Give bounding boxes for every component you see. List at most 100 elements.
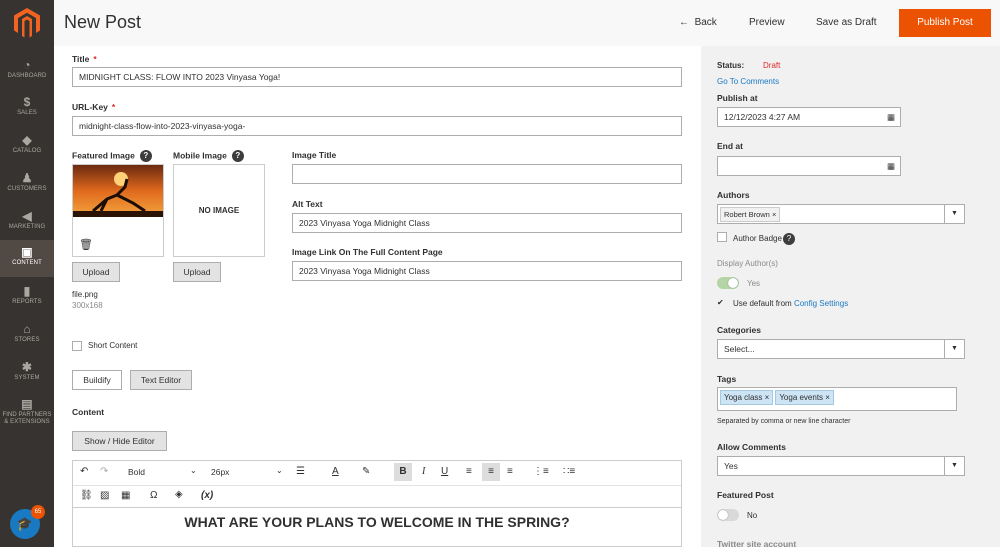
tag-chip[interactable]: Yoga class × (720, 390, 774, 405)
categories-select[interactable]: Select... ▼ (717, 339, 965, 359)
editor-content-heading[interactable]: WHAT ARE YOUR PLANS TO WELCOME IN THE SP… (72, 508, 682, 547)
dashboard-icon: ◔ (23, 58, 31, 72)
font-weight-select[interactable]: Bold (128, 467, 145, 477)
nav-label: DASHBOARD (7, 73, 47, 79)
underline-icon[interactable]: U (441, 466, 448, 477)
nav-partners[interactable]: ▤ FIND PARTNERS & EXTENSIONS (0, 392, 54, 432)
file-name: file.png (72, 290, 98, 299)
end-at-label: End at (717, 141, 743, 151)
nav-reports[interactable]: ▮ REPORTS (0, 279, 54, 316)
short-content-checkbox[interactable] (72, 341, 82, 351)
nav-customers[interactable]: ♟ CUSTOMERS (0, 166, 54, 203)
allow-comments-select[interactable]: Yes ▼ (717, 456, 965, 476)
undo-icon[interactable]: ↶ (80, 466, 88, 477)
title-input[interactable]: MIDNIGHT CLASS: FLOW INTO 2023 Vinyasa Y… (72, 67, 682, 87)
image-link-input[interactable]: 2023 Vinyasa Yoga Midnight Class (292, 261, 682, 281)
gear-icon: ✱ (21, 360, 33, 374)
tag-chip[interactable]: Yoga events × (775, 390, 834, 405)
align-left-icon[interactable]: ≡ (466, 466, 472, 477)
show-hide-editor-button[interactable]: Show / Hide Editor (72, 431, 167, 451)
urlkey-input[interactable]: midnight-class-flow-into-2023-vinyasa-yo… (72, 116, 682, 136)
nav-sales[interactable]: $ SALES (0, 90, 54, 127)
arrow-left-icon: ← (679, 17, 695, 28)
tags-hint: Separated by comma or new line character (717, 418, 851, 425)
chevron-down-icon[interactable]: ▼ (944, 457, 964, 475)
tags-input[interactable]: Yoga class × Yoga events × (717, 387, 957, 411)
alt-text-input[interactable]: 2023 Vinyasa Yoga Midnight Class (292, 213, 682, 233)
calendar-icon[interactable]: ▦ (887, 157, 895, 175)
italic-icon[interactable]: I (422, 466, 425, 477)
nav-catalog[interactable]: ◆ CATALOG (0, 128, 54, 165)
chevron-down-icon[interactable]: ⌄ (190, 466, 197, 475)
highlight-icon[interactable]: ✎ (362, 466, 370, 477)
align-right-icon[interactable]: ≡ (507, 466, 513, 477)
toolbar-divider (73, 485, 681, 486)
help-icon[interactable]: ? (782, 233, 795, 245)
chevron-down-icon[interactable]: ▼ (944, 205, 964, 223)
trash-icon[interactable]: 🗑 (79, 238, 93, 251)
nav-label: MARKETING (8, 224, 46, 230)
nav-label: STORES (14, 337, 40, 343)
mobile-upload-button[interactable]: Upload (173, 262, 221, 282)
config-settings-link[interactable]: Config Settings (794, 299, 848, 308)
featured-upload-button[interactable]: Upload (72, 262, 120, 282)
featured-post-toggle[interactable] (717, 509, 739, 521)
image-icon[interactable]: ▨ (100, 490, 109, 501)
nav-label: FIND PARTNERS & EXTENSIONS (2, 412, 52, 425)
nav-marketing[interactable]: ◀ MARKETING (0, 204, 54, 241)
display-authors-toggle[interactable] (717, 277, 739, 289)
author-badge-checkbox[interactable] (717, 232, 727, 242)
nav-content[interactable]: ▣ CONTENT (0, 240, 54, 277)
variable-icon[interactable]: (x) (201, 490, 213, 501)
nav-system[interactable]: ✱ SYSTEM (0, 355, 54, 392)
bold-icon[interactable]: B (394, 463, 412, 481)
chevron-down-icon[interactable]: ▼ (944, 340, 964, 358)
redo-icon[interactable]: ↷ (100, 466, 108, 477)
title-label: Title * (72, 54, 97, 64)
publish-post-button[interactable]: Publish Post (899, 9, 991, 37)
line-height-icon[interactable]: ☰ (296, 466, 305, 477)
page-title: New Post (64, 12, 142, 32)
display-authors-label: Display Author(s) (717, 259, 778, 268)
text-editor-button[interactable]: Text Editor (130, 370, 192, 390)
numbered-list-icon[interactable]: ⋮≡ (533, 466, 549, 477)
nav-label: SYSTEM (14, 375, 40, 381)
status-value: Draft (763, 61, 781, 70)
nav-label: CONTENT (12, 260, 42, 266)
person-icon: ♟ (21, 171, 33, 185)
bullet-list-icon[interactable]: ∷≡ (563, 466, 575, 477)
tags-label: Tags (717, 374, 737, 384)
author-tag[interactable]: Robert Brown × (720, 207, 781, 222)
authors-select[interactable]: Robert Brown × ▼ (717, 204, 965, 224)
font-size-select[interactable]: 26px (211, 467, 229, 477)
save-draft-button[interactable]: Save as Draft (816, 17, 877, 28)
author-badge-label: Author Badge? (733, 233, 795, 245)
special-character-icon[interactable]: Ω (150, 490, 157, 501)
go-to-comments-link[interactable]: Go To Comments (717, 77, 779, 86)
font-color-icon[interactable]: A (332, 466, 339, 477)
nav-label: SALES (17, 110, 37, 116)
check-icon[interactable]: ✔ (717, 298, 724, 307)
box-icon: ▤ (21, 397, 33, 411)
publish-at-input[interactable]: 12/12/2023 4:27 AM ▦ (717, 107, 901, 127)
table-icon[interactable]: ▦ (121, 490, 130, 501)
end-at-input[interactable]: ▦ (717, 156, 901, 176)
display-authors-value: Yes (747, 279, 761, 288)
image-title-input[interactable] (292, 164, 682, 184)
align-center-icon[interactable]: ≡ (482, 463, 500, 481)
help-icon[interactable]: ? (139, 150, 152, 162)
close-icon: × (764, 393, 770, 402)
help-icon[interactable]: ? (231, 150, 244, 162)
preview-button[interactable]: Preview (749, 17, 785, 28)
link-icon[interactable]: ⛓ (80, 490, 93, 501)
buildify-button[interactable]: Buildify (72, 370, 122, 390)
back-button[interactable]: ← Back (679, 17, 717, 28)
nav-stores[interactable]: ⌂ STORES (0, 317, 54, 354)
widget-icon[interactable]: ◈ (175, 489, 183, 500)
magento-logo[interactable] (13, 8, 41, 38)
calendar-icon[interactable]: ▦ (887, 108, 895, 126)
chevron-down-icon[interactable]: ⌄ (276, 466, 283, 475)
twitter-account-label: Twitter site account (717, 539, 797, 549)
nav-dashboard[interactable]: ◔ DASHBOARD (0, 53, 54, 90)
admin-sidebar: ◔ DASHBOARD $ SALES ◆ CATALOG ♟ CUSTOMER… (0, 0, 54, 547)
